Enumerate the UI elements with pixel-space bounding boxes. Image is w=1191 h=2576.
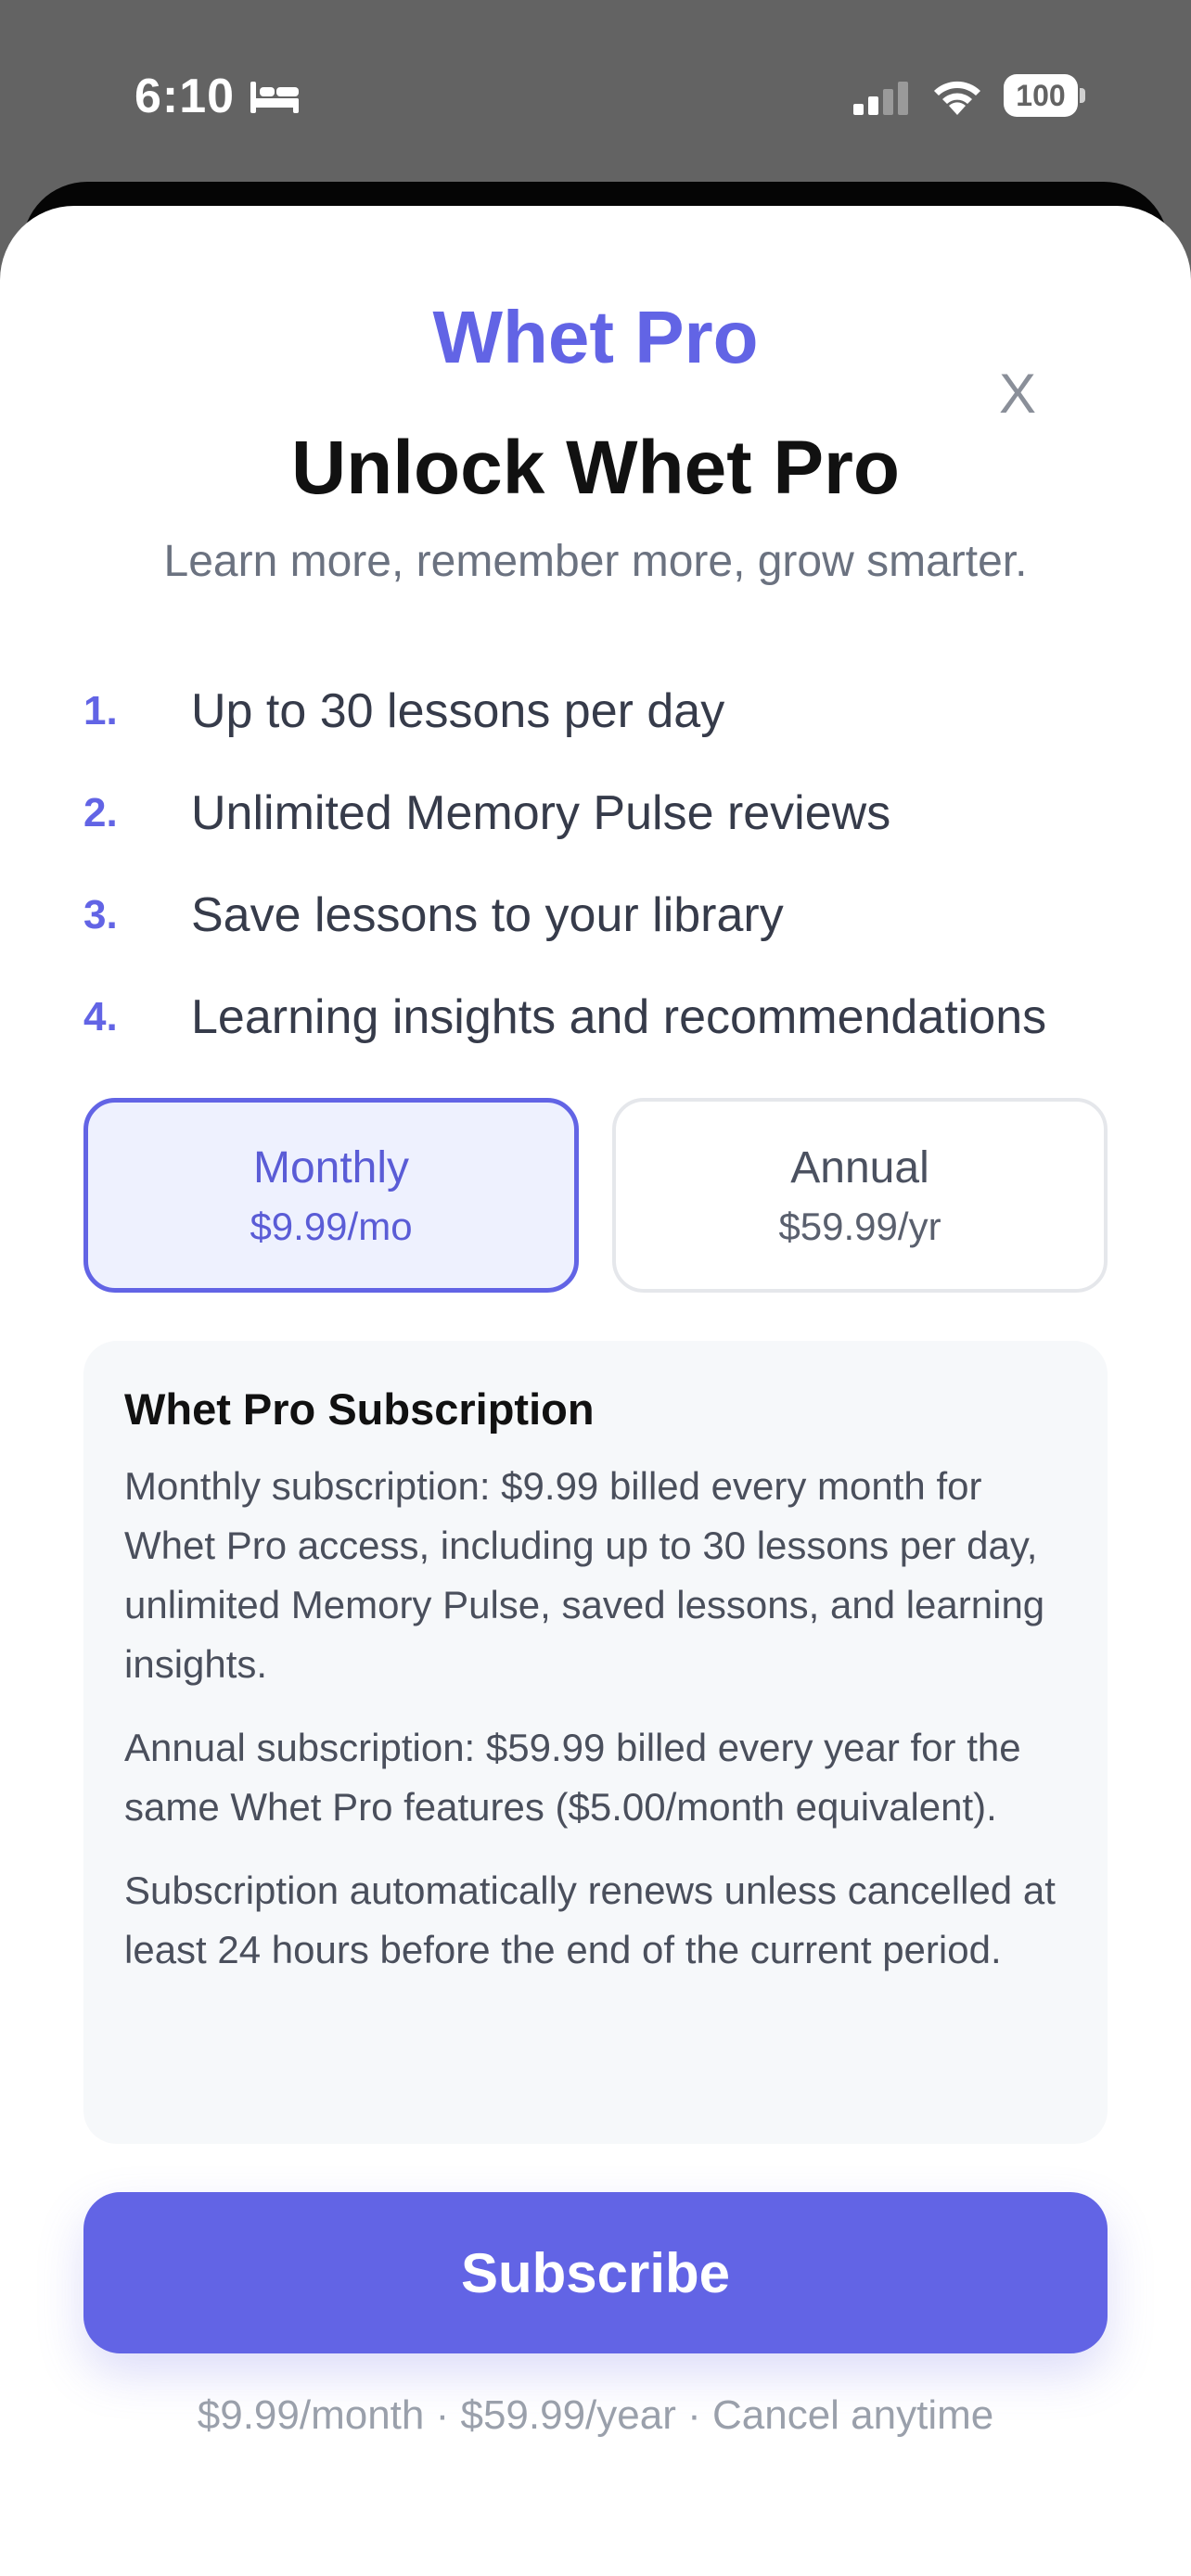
page-subtitle: Learn more, remember more, grow smarter. — [163, 537, 1028, 586]
feature-text: Save lessons to your library — [191, 888, 784, 942]
feature-item: 1. Up to 30 lessons per day — [83, 660, 1122, 762]
feature-item: 2. Unlimited Memory Pulse reviews — [83, 762, 1122, 864]
details-paragraph-renewal: Subscription automatically renews unless… — [124, 1868, 1056, 1971]
battery-level: 100 — [1004, 74, 1078, 117]
feature-number: 2. — [83, 790, 118, 835]
feature-number: 3. — [83, 892, 118, 937]
plan-selector: Monthly $9.99/mo Annual $59.99/yr — [83, 1098, 1108, 1293]
subscription-details: Whet Pro Subscription Monthly subscripti… — [83, 1341, 1108, 2144]
feature-number: 1. — [83, 688, 118, 733]
feature-list: 1. Up to 30 lessons per day 2. Unlimited… — [83, 660, 1122, 1068]
sleep-focus-icon — [250, 82, 299, 113]
plan-option-annual[interactable]: Annual $59.99/yr — [612, 1098, 1108, 1293]
plan-option-monthly[interactable]: Monthly $9.99/mo — [83, 1098, 579, 1293]
battery-icon: 100 — [1004, 74, 1085, 117]
details-title: Whet Pro Subscription — [124, 1384, 595, 1434]
close-button[interactable]: X — [994, 362, 1041, 427]
page-title: Unlock Whet Pro — [290, 426, 901, 510]
subscribe-button[interactable]: Subscribe — [83, 2192, 1108, 2353]
feature-number: 4. — [83, 994, 118, 1039]
plan-price: $9.99/mo — [250, 1204, 413, 1248]
plan-name: Monthly — [252, 1142, 410, 1192]
cellular-signal-icon — [853, 82, 908, 115]
status-bar: 6:10 100 — [0, 0, 1191, 185]
feature-text: Up to 30 lessons per day — [191, 684, 725, 738]
feature-item: 3. Save lessons to your library — [83, 864, 1122, 966]
pricing-footer: $9.99/month · $59.99/year · Cancel anyti… — [197, 2392, 994, 2438]
wifi-icon — [934, 81, 980, 115]
plan-name: Annual — [790, 1142, 929, 1192]
feature-item: 4. Learning insights and recommendations — [83, 966, 1122, 1068]
status-time: 6:10 — [134, 70, 236, 123]
battery-cap — [1080, 88, 1085, 103]
feature-text: Learning insights and recommendations — [191, 990, 1047, 1044]
plan-price: $59.99/yr — [778, 1204, 941, 1248]
details-paragraph-annual: Annual subscription: $59.99 billed every… — [124, 1726, 1021, 1829]
details-paragraph-monthly: Monthly subscription: $9.99 billed every… — [124, 1464, 1045, 1686]
feature-text: Unlimited Memory Pulse reviews — [191, 786, 891, 840]
